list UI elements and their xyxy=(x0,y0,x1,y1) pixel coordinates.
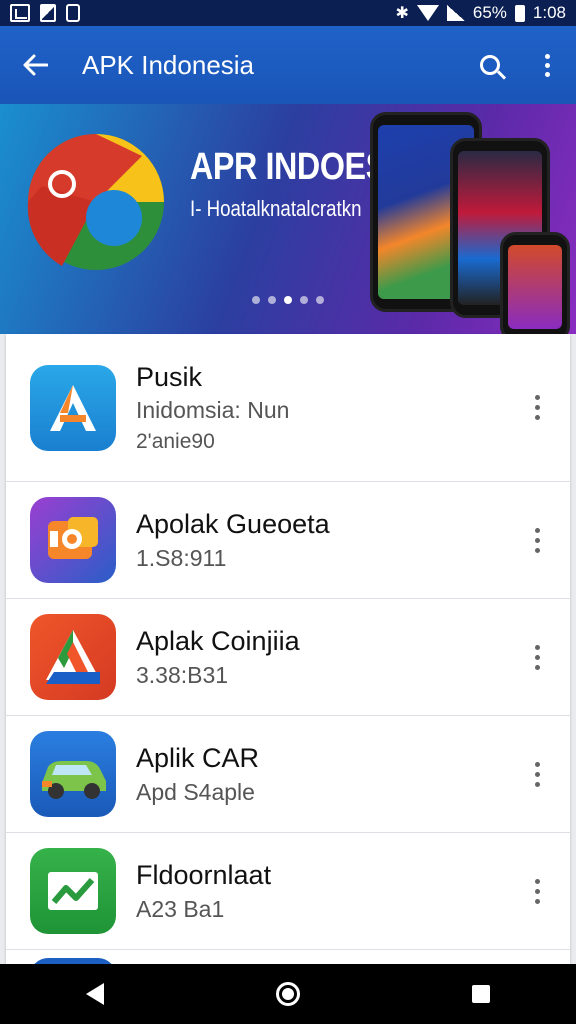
back-button[interactable] xyxy=(0,26,70,104)
system-nav-bar xyxy=(0,964,576,1024)
search-button[interactable] xyxy=(458,26,522,104)
app-name: Aplak Coinjiia xyxy=(136,626,300,657)
bluetooth-icon: ✱ xyxy=(395,5,409,22)
notification-image-icon xyxy=(10,4,30,22)
more-vert-icon xyxy=(534,395,540,400)
overflow-menu-button[interactable] xyxy=(522,26,572,104)
drive-triangle-icon xyxy=(30,614,116,700)
banner-subtitle: I- Hoatalknatalcratkn xyxy=(190,196,362,221)
app-subtitle: Inidomsia: Nun xyxy=(136,397,290,424)
app-name: Apolak Gueoeta xyxy=(136,509,330,540)
item-overflow-button[interactable] xyxy=(512,510,562,570)
phone-mockup-image xyxy=(500,232,570,334)
nav-recents-icon[interactable] xyxy=(472,985,490,1003)
list-item[interactable]: Aplak Coinjiia 3.38:B31 xyxy=(6,599,570,716)
more-vert-icon xyxy=(534,761,540,767)
app-meta: 2'anie90 xyxy=(136,430,215,454)
letter-a-icon xyxy=(30,364,116,451)
app-subtitle: 1.S8:911 xyxy=(136,544,227,571)
item-overflow-button[interactable] xyxy=(512,378,562,438)
more-vert-icon xyxy=(534,527,540,533)
item-overflow-button[interactable] xyxy=(512,861,562,921)
banner-logo-icon xyxy=(27,134,164,270)
notification-clipboard-icon xyxy=(66,4,80,22)
app-subtitle: A23 Ba1 xyxy=(136,895,225,922)
cell-signal-icon xyxy=(446,5,465,21)
notification-app-icon xyxy=(40,4,56,22)
item-overflow-button[interactable] xyxy=(512,744,562,804)
more-vert-icon xyxy=(534,644,540,650)
banner-page-indicator xyxy=(252,296,324,304)
list-item[interactable]: Pusik Inidomsia: Nun 2'anie90 xyxy=(6,334,570,482)
promo-banner[interactable]: APR INDOESIA I- Hoatalknatalcratkn xyxy=(0,104,576,334)
app-list: Pusik Inidomsia: Nun 2'anie90 Apolak Gue… xyxy=(6,334,570,964)
app-name: Aplik CAR xyxy=(136,743,260,774)
app-name: Pusik xyxy=(136,361,203,392)
status-bar: ✱ 65% 1:08 xyxy=(0,0,576,26)
app-bar: APK Indonesia xyxy=(0,26,576,104)
arrow-left-icon xyxy=(23,54,48,76)
app-subtitle: Apd S4aple xyxy=(136,778,255,805)
wifi-icon xyxy=(416,5,439,21)
list-item[interactable]: Fldoornlaat A23 Ba1 xyxy=(6,833,570,950)
nav-home-icon[interactable] xyxy=(276,982,300,1006)
battery-icon xyxy=(514,4,525,22)
more-vert-icon xyxy=(534,878,540,884)
app-title: APK Indonesia xyxy=(82,49,255,80)
chart-arrow-icon xyxy=(30,848,116,934)
item-overflow-button[interactable] xyxy=(512,627,562,687)
app-name: Fldoornlaat xyxy=(136,860,272,891)
list-item[interactable]: Aplik CAR Apd S4aple xyxy=(6,716,570,833)
photo-camera-icon xyxy=(30,497,116,583)
search-icon xyxy=(480,55,500,75)
more-vert-icon xyxy=(544,53,550,59)
app-subtitle: 3.38:B31 xyxy=(136,661,229,688)
list-item[interactable]: Apolak Gueoeta 1.S8:911 xyxy=(6,482,570,599)
car-icon xyxy=(30,731,116,817)
clock: 1:08 xyxy=(532,3,566,22)
battery-percent: 65% xyxy=(472,3,507,22)
nav-back-icon[interactable] xyxy=(86,983,104,1005)
